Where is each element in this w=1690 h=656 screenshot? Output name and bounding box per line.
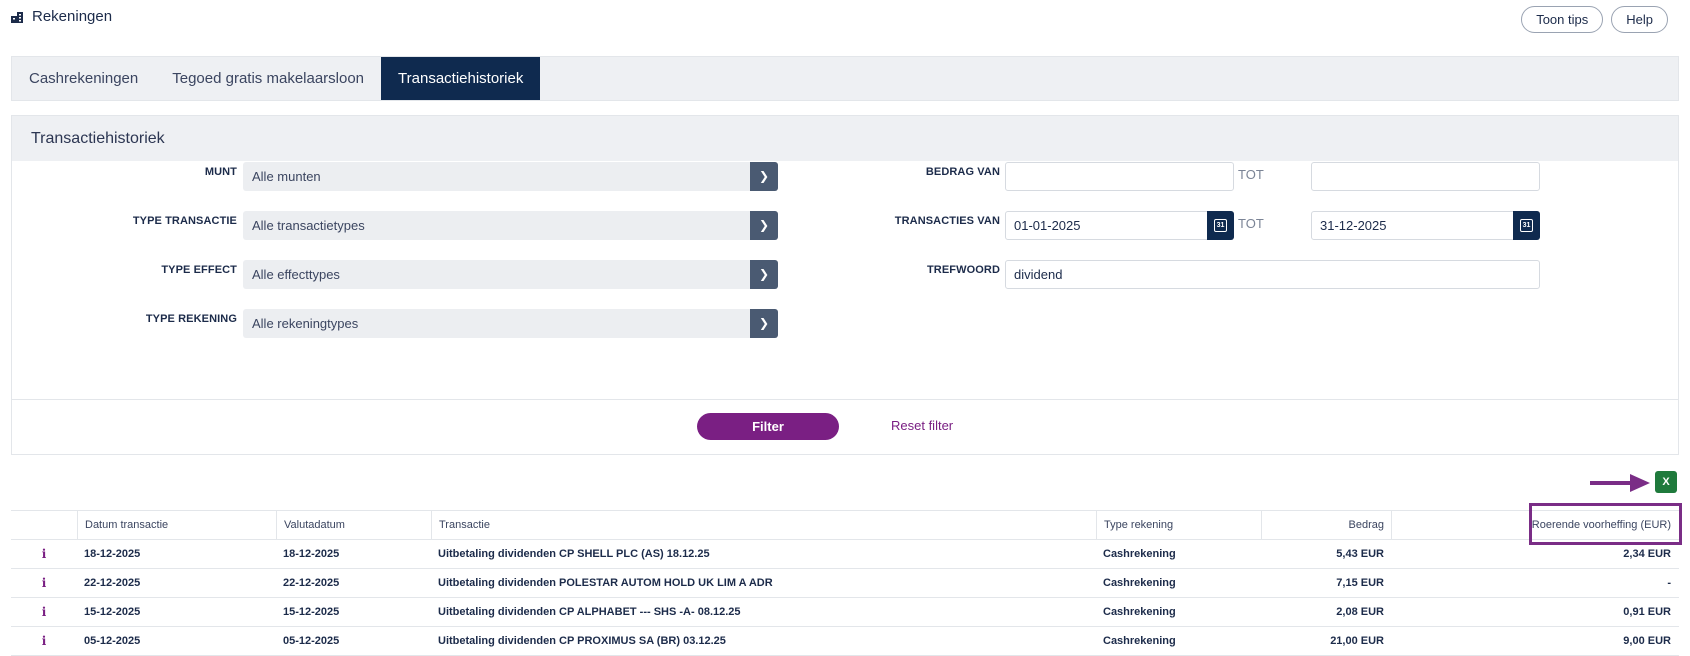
datum-cell: 18-12-2025 <box>84 548 141 560</box>
roerende-cell: 0,91 EUR <box>1623 606 1671 618</box>
bedrag-van-label: BEDRAG VAN <box>925 166 1000 178</box>
type-effect-value: Alle effecttypes <box>252 267 340 282</box>
bedrag-cell: 21,00 EUR <box>1330 635 1384 647</box>
column-header-datum-transactie[interactable]: Datum transactie <box>77 511 276 540</box>
trefwoord-input[interactable]: dividend <box>1005 260 1540 289</box>
info-cell: i <box>11 627 77 656</box>
page-title-text: Rekeningen <box>32 8 113 25</box>
info-icon[interactable]: i <box>42 576 47 590</box>
calendar-icon[interactable]: 31 <box>1513 211 1540 240</box>
table-row: i 15-12-2025 15-12-2025 Uitbetaling divi… <box>11 598 1679 627</box>
panel-title: Transactiehistoriek <box>12 116 1678 161</box>
transacties-van-label: TRANSACTIES VAN <box>894 215 1000 227</box>
tab-bar: Cashrekeningen Tegoed gratis makelaarslo… <box>11 56 1679 101</box>
type-transactie-select[interactable]: Alle transactietypes ❯ <box>243 211 778 240</box>
chevron-down-icon[interactable]: ❯ <box>750 211 778 240</box>
calendar-day-number: 31 <box>1216 222 1225 229</box>
header-buttons: Toon tips Help <box>1521 6 1668 33</box>
table-row: i 05-12-2025 05-12-2025 Uitbetaling divi… <box>11 627 1679 656</box>
column-header-type-rekening[interactable]: Type rekening <box>1096 511 1261 540</box>
type-effect-label: TYPE EFFECT <box>161 264 237 276</box>
info-icon[interactable]: i <box>42 634 47 648</box>
filter-panel: Transactiehistoriek MUNT Alle munten ❯ T… <box>11 115 1679 455</box>
trefwoord-label: TREFWOORD <box>926 264 1000 276</box>
column-header-transactie[interactable]: Transactie <box>431 511 1096 540</box>
accounts-icon <box>11 11 23 23</box>
datum-cell: 22-12-2025 <box>84 577 141 589</box>
bedrag-van-input[interactable] <box>1005 162 1234 191</box>
transacties-van-value: 01-01-2025 <box>1014 218 1081 233</box>
type-transactie-label: TYPE TRANSACTIE <box>132 215 237 227</box>
chevron-down-icon[interactable]: ❯ <box>750 309 778 338</box>
bedrag-cell: 7,15 EUR <box>1336 577 1384 589</box>
roerende-cell: 2,34 EUR <box>1623 548 1671 560</box>
valuta-cell: 05-12-2025 <box>283 635 340 647</box>
munt-label: MUNT <box>204 166 237 178</box>
type-rekening-label: TYPE REKENING <box>145 313 237 325</box>
page-header: Rekeningen Toon tips Help <box>10 6 1668 38</box>
type-transactie-value: Alle transactietypes <box>252 218 365 233</box>
tab-transactiehistoriek[interactable]: Transactiehistoriek <box>381 57 541 100</box>
valuta-cell: 15-12-2025 <box>283 606 340 618</box>
roerende-cell: - <box>1667 577 1671 589</box>
munt-select-value: Alle munten <box>252 169 321 184</box>
panel-divider <box>12 399 1678 400</box>
transactions-table: Datum transactie Valutadatum Transactie … <box>11 510 1679 656</box>
column-header-roerende-voorheffing[interactable]: Roerende voorheffing (EUR) <box>1391 511 1679 540</box>
tab-tegoed-gratis-makelaarsloon[interactable]: Tegoed gratis makelaarsloon <box>155 57 381 100</box>
calendar-icon[interactable]: 31 <box>1207 211 1234 240</box>
type-rekening-select[interactable]: Alle rekeningtypes ❯ <box>243 309 778 338</box>
info-icon[interactable]: i <box>42 547 47 561</box>
transactie-cell: Uitbetaling dividenden CP PROXIMUS SA (B… <box>438 635 726 647</box>
transactie-cell: Uitbetaling dividenden CP ALPHABET --- S… <box>438 606 741 618</box>
munt-select[interactable]: Alle munten ❯ <box>243 162 778 191</box>
type-cell: Cashrekening <box>1103 577 1176 589</box>
transacties-van-input[interactable]: 01-01-2025 31 <box>1005 211 1234 240</box>
type-rekening-value: Alle rekeningtypes <box>252 316 359 331</box>
info-cell: i <box>11 569 77 598</box>
column-header-info <box>11 511 77 540</box>
type-cell: Cashrekening <box>1103 635 1176 647</box>
transacties-tot-input[interactable]: 31-12-2025 31 <box>1311 211 1540 240</box>
bedrag-cell: 2,08 EUR <box>1336 606 1384 618</box>
transacties-tot-label: TOT <box>1238 216 1264 231</box>
calendar-day-number: 31 <box>1522 222 1531 229</box>
bedrag-tot-input[interactable] <box>1311 162 1540 191</box>
chevron-down-icon[interactable]: ❯ <box>750 260 778 289</box>
transactie-cell: Uitbetaling dividenden POLESTAR AUTOM HO… <box>438 577 773 589</box>
transacties-tot-value: 31-12-2025 <box>1320 218 1387 233</box>
column-header-valutadatum[interactable]: Valutadatum <box>276 511 431 540</box>
bedrag-tot-label: TOT <box>1238 167 1264 182</box>
info-cell: i <box>11 598 77 627</box>
page-title: Rekeningen <box>10 8 112 25</box>
show-tips-button[interactable]: Toon tips <box>1521 6 1604 33</box>
valuta-cell: 22-12-2025 <box>283 577 340 589</box>
datum-cell: 15-12-2025 <box>84 606 141 618</box>
datum-cell: 05-12-2025 <box>84 635 141 647</box>
annotation-arrow-icon <box>1590 474 1650 492</box>
excel-export-icon[interactable]: X <box>1655 471 1677 493</box>
type-effect-select[interactable]: Alle effecttypes ❯ <box>243 260 778 289</box>
reset-filter-link[interactable]: Reset filter <box>891 418 953 433</box>
roerende-cell: 9,00 EUR <box>1623 635 1671 647</box>
valuta-cell: 18-12-2025 <box>283 548 340 560</box>
info-icon[interactable]: i <box>42 605 47 619</box>
type-cell: Cashrekening <box>1103 606 1176 618</box>
table-header-row: Datum transactie Valutadatum Transactie … <box>11 511 1679 540</box>
tab-cashrekeningen[interactable]: Cashrekeningen <box>12 57 155 100</box>
column-header-bedrag[interactable]: Bedrag <box>1261 511 1391 540</box>
info-cell: i <box>11 540 77 569</box>
type-cell: Cashrekening <box>1103 548 1176 560</box>
transactie-cell: Uitbetaling dividenden CP SHELL PLC (AS)… <box>438 548 710 560</box>
chevron-down-icon[interactable]: ❯ <box>750 162 778 191</box>
bedrag-cell: 5,43 EUR <box>1336 548 1384 560</box>
table-row: i 22-12-2025 22-12-2025 Uitbetaling divi… <box>11 569 1679 598</box>
table-row: i 18-12-2025 18-12-2025 Uitbetaling divi… <box>11 540 1679 569</box>
filter-button[interactable]: Filter <box>697 413 839 440</box>
help-button[interactable]: Help <box>1611 6 1668 33</box>
